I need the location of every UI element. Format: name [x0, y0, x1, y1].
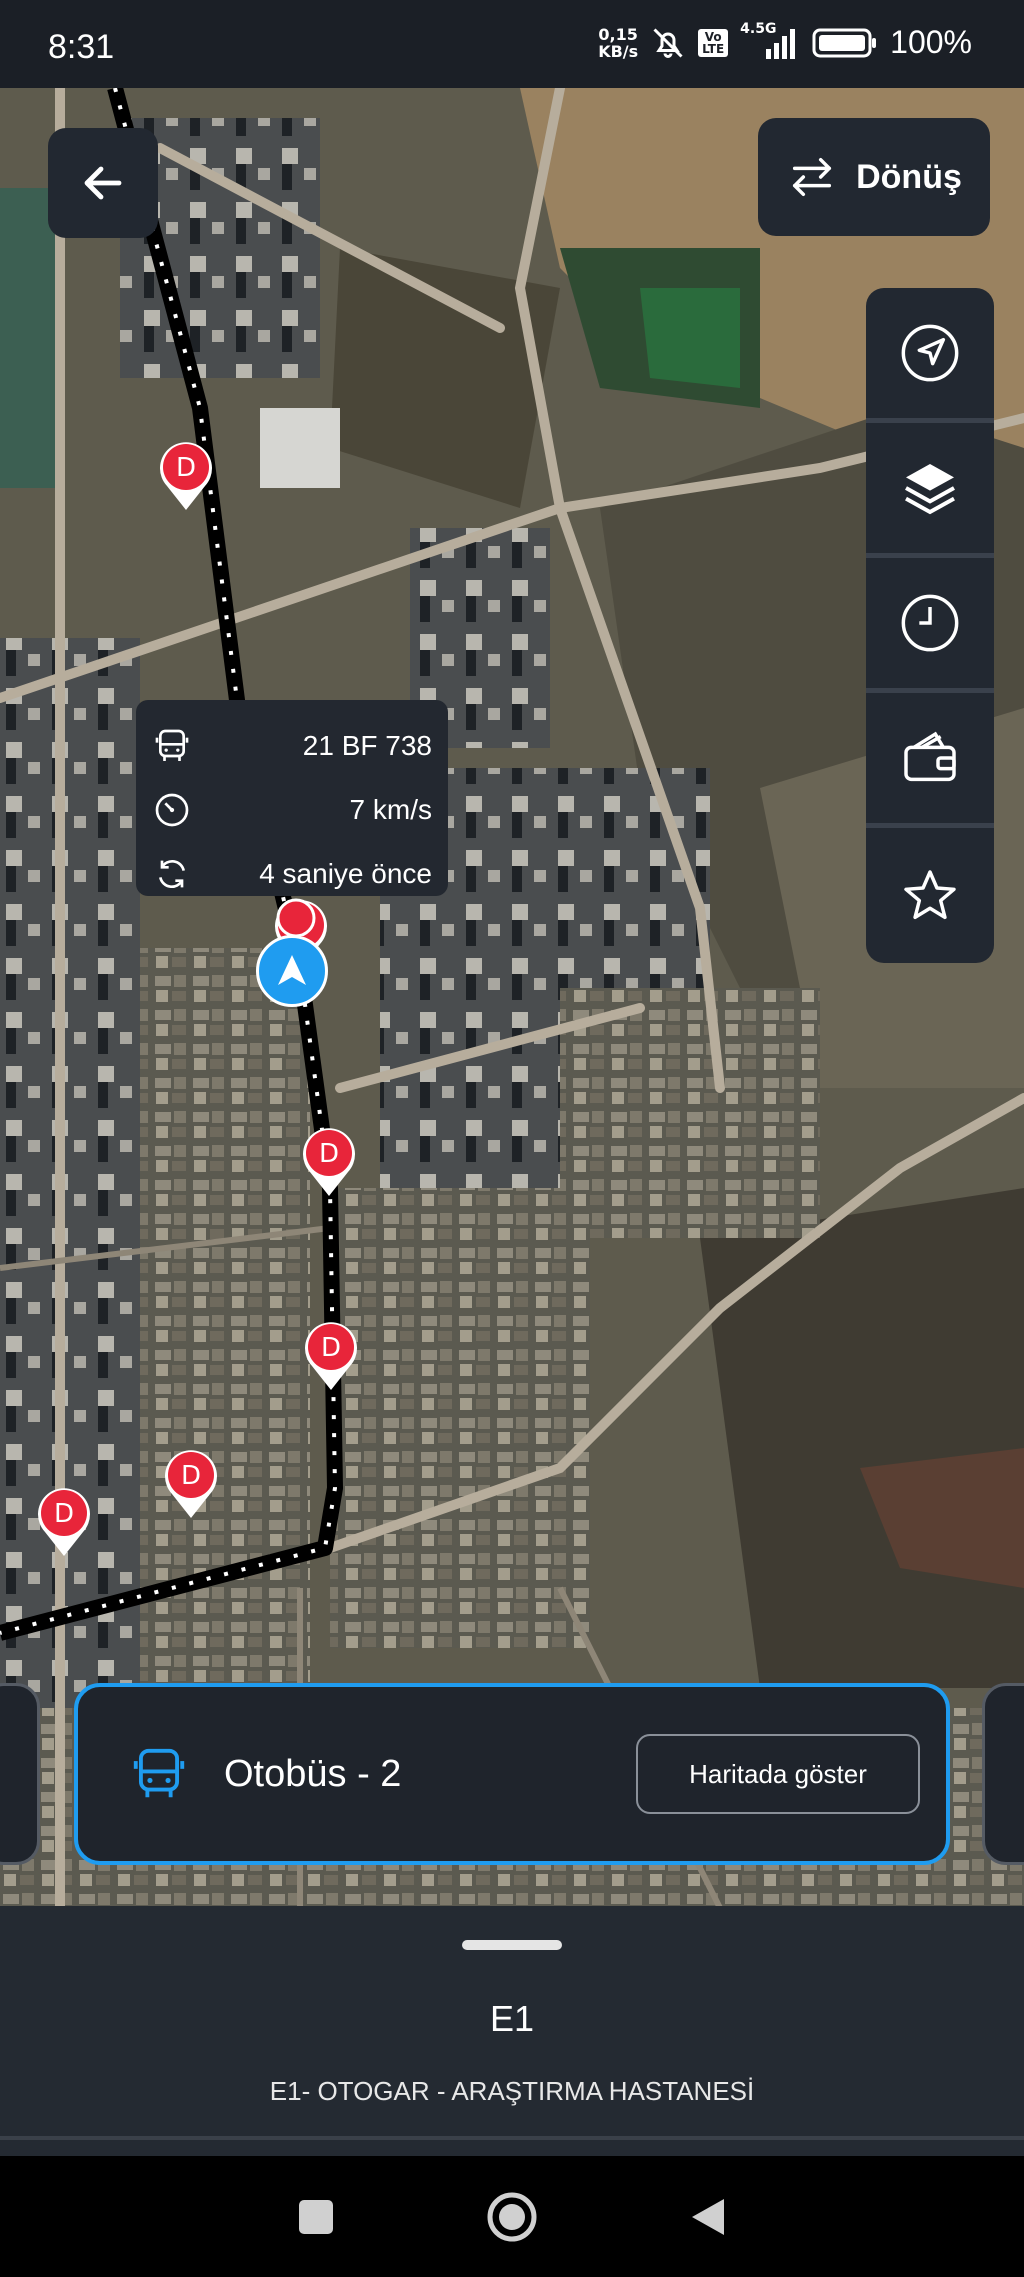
swap-arrows-icon — [793, 157, 832, 197]
recents-icon[interactable] — [296, 2197, 336, 2237]
vehicle-plate-row: 21 BF 738 — [152, 714, 432, 778]
svg-text:D: D — [54, 1499, 74, 1529]
net-speed-value: 0,15 — [598, 24, 638, 44]
sheet-drag-handle[interactable] — [462, 1940, 562, 1950]
stop-marker[interactable]: D — [162, 1446, 220, 1520]
status-bar: 8:31 0,15 KB/s Vo LTE 4.5G 100% — [0, 0, 1024, 88]
fare-button[interactable] — [866, 693, 994, 828]
satellite-map[interactable]: D D D D D D 21 BF 738 7 km/s 4 saniye ön… — [0, 88, 1024, 1906]
stop-marker[interactable]: D — [302, 1318, 360, 1392]
clock-icon — [901, 594, 959, 652]
route-name: E1- OTOGAR - ARAŞTIRMA HASTANESİ — [269, 2076, 755, 2106]
star-icon — [904, 869, 956, 919]
schedule-button[interactable] — [866, 558, 994, 693]
vehicle-speed: 7 km/s — [349, 794, 432, 825]
wallet-icon — [904, 731, 956, 782]
next-vehicle-card[interactable] — [982, 1683, 1024, 1865]
bus-icon — [133, 1748, 185, 1798]
vehicle-updated-row: 4 saniye önce — [152, 842, 432, 906]
back-nav-icon[interactable] — [688, 2195, 728, 2239]
stop-marker[interactable]: D — [35, 1484, 93, 1558]
layers-icon — [905, 464, 955, 515]
stop-marker[interactable]: D — [157, 438, 215, 512]
svg-text:D: D — [321, 1333, 341, 1363]
route-code: E1 — [489, 1998, 535, 2039]
vehicle-card[interactable]: Otobüs - 2 Haritada göster — [74, 1683, 950, 1865]
status-time: 8:31 — [48, 28, 115, 66]
favorite-button[interactable] — [866, 828, 994, 963]
network-type: 4.5G — [740, 20, 777, 37]
vehicle-updated: 4 saniye önce — [259, 858, 432, 889]
route-bottom-sheet[interactable]: E1 E1- OTOGAR - ARAŞTIRMA HASTANESİ — [0, 1906, 1024, 2156]
net-speed-unit: KB/s — [598, 41, 639, 61]
volte-badge: Vo LTE — [698, 28, 729, 57]
status-icons: 0,15 KB/s Vo LTE 4.5G 100% — [598, 21, 972, 61]
vehicle-speed-row: 7 km/s — [152, 778, 432, 842]
net-speed: 0,15 KB/s — [598, 26, 638, 60]
vehicle-card-label: Otobüs - 2 — [224, 1752, 402, 1795]
layers-button[interactable] — [866, 423, 994, 558]
previous-vehicle-card[interactable] — [0, 1683, 40, 1865]
home-icon[interactable] — [486, 2191, 538, 2243]
signal-icon: 4.5G — [740, 21, 800, 61]
battery-percent: 100% — [890, 24, 972, 60]
arrow-left-icon — [84, 166, 122, 200]
battery-icon — [812, 28, 877, 57]
mute-icon — [653, 27, 683, 58]
show-on-map-button[interactable]: Haritada göster — [636, 1734, 920, 1814]
vehicle-plate: 21 BF 738 — [302, 730, 432, 761]
vehicle-info-popup: 21 BF 738 7 km/s 4 saniye önce — [136, 700, 448, 896]
back-button[interactable] — [48, 128, 158, 238]
locate-icon — [901, 324, 959, 382]
stop-marker[interactable]: D — [300, 1124, 358, 1198]
map-tools-panel — [866, 288, 994, 963]
refresh-icon — [159, 859, 185, 889]
return-direction-button[interactable]: Dönüş — [758, 118, 990, 236]
bus-icon — [155, 729, 189, 761]
return-direction-label: Dönüş — [856, 157, 962, 196]
sheet-divider — [0, 2136, 1024, 2140]
system-nav-bar — [0, 2156, 1024, 2277]
navigation-arrow-icon — [278, 955, 306, 985]
locate-button[interactable] — [866, 288, 994, 423]
speedometer-icon — [155, 793, 189, 827]
stop-marker-letter: D — [176, 453, 196, 483]
svg-text:D: D — [181, 1461, 201, 1491]
vehicle-location-arrow[interactable] — [256, 935, 328, 1007]
svg-text:D: D — [319, 1139, 339, 1169]
